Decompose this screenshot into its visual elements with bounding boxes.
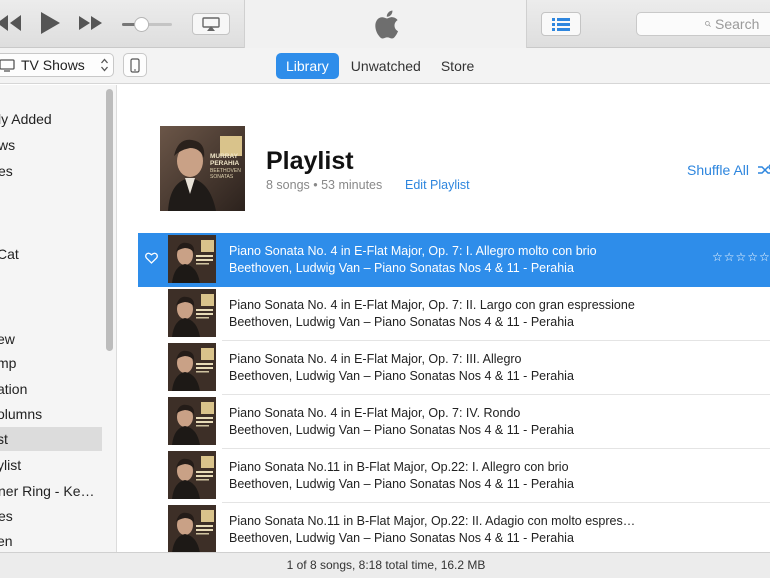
toolbar [0, 0, 770, 48]
airplay-button[interactable] [192, 13, 230, 35]
apple-logo-icon [374, 10, 398, 39]
tab-library[interactable]: Library [276, 53, 339, 79]
song-artist-album: Beethoven, Ludwig Van – Piano Sonatas No… [229, 369, 574, 383]
play-icon [41, 12, 60, 34]
stepper-icon [101, 58, 108, 72]
list-view-button[interactable] [541, 12, 581, 36]
song-row[interactable]: Piano Sonata No. 4 in E-Flat Major, Op. … [138, 341, 770, 395]
volume-slider[interactable] [122, 15, 174, 33]
fast-forward-icon [79, 16, 102, 30]
sidebar-item[interactable]: mp [0, 351, 102, 375]
shuffle-all-label: Shuffle All [687, 162, 750, 178]
media-kind-label: TV Shows [21, 57, 85, 73]
song-artist-album: Beethoven, Ludwig Van – Piano Sonatas No… [229, 423, 574, 437]
play-button[interactable] [38, 10, 62, 36]
playlist-view: MURRAY PERAHIA BEETHOVEN SONATAS Playlis… [118, 85, 770, 552]
song-title: Piano Sonata No.11 in B-Flat Major, Op.2… [229, 514, 636, 528]
sidebar-scrollbar[interactable] [106, 89, 113, 351]
sidebar-item-label: ylist [0, 457, 22, 473]
sidebar-item-label: ation [0, 381, 28, 397]
list-view-icon [552, 17, 570, 31]
sidebar-item-label: es [0, 163, 13, 179]
song-row[interactable]: Piano Sonata No. 4 in E-Flat Major, Op. … [138, 233, 770, 287]
song-artist-album: Beethoven, Ludwig Van – Piano Sonatas No… [229, 477, 574, 491]
fast-forward-button[interactable] [78, 12, 104, 34]
song-title: Piano Sonata No. 4 in E-Flat Major, Op. … [229, 352, 522, 366]
sidebar: ly Added ws es Cat ew mp ation olumns st ylist ner… [0, 85, 117, 552]
shuffle-all-button[interactable]: Shuffle All [687, 162, 770, 178]
sidebar-item[interactable]: olumns [0, 402, 102, 426]
status-bar: 1 of 8 songs, 8:18 total time, 16.2 MB [0, 552, 770, 578]
lcd-display [244, 0, 527, 48]
song-title: Piano Sonata No.11 in B-Flat Major, Op.2… [229, 460, 569, 474]
song-artist-album: Beethoven, Ludwig Van – Piano Sonatas No… [229, 315, 574, 329]
song-title: Piano Sonata No. 4 in E-Flat Major, Op. … [229, 298, 635, 312]
song-title: Piano Sonata No. 4 in E-Flat Major, Op. … [229, 406, 521, 420]
sidebar-item[interactable]: ation [0, 377, 102, 401]
navigation-bar: TV Shows Library Unwatched Store [0, 48, 770, 84]
rewind-button[interactable] [0, 12, 24, 34]
tab-unwatched[interactable]: Unwatched [341, 53, 431, 79]
song-artwork [168, 289, 216, 337]
tab-store[interactable]: Store [431, 53, 484, 79]
song-row[interactable]: Piano Sonata No.11 in B-Flat Major, Op.2… [138, 449, 770, 503]
song-artist-album: Beethoven, Ludwig Van – Piano Sonatas No… [229, 531, 574, 545]
song-row[interactable]: Piano Sonata No. 4 in E-Flat Major, Op. … [138, 287, 770, 341]
sidebar-item-label: en [0, 533, 13, 549]
heart-icon[interactable] [145, 252, 158, 264]
sidebar-item-label: st [0, 431, 8, 447]
sidebar-item[interactable]: en [0, 529, 102, 552]
sidebar-item-label: es [0, 508, 13, 524]
song-row[interactable]: Piano Sonata No.11 in B-Flat Major, Op.2… [138, 503, 770, 552]
sidebar-item-label: olumns [0, 406, 43, 422]
device-icon [130, 57, 140, 73]
sidebar-item[interactable]: es [0, 504, 102, 528]
sidebar-item-label: Cat [0, 246, 19, 262]
song-artwork [168, 235, 216, 283]
playlist-title: Playlist [266, 147, 354, 175]
song-artist-album: Beethoven, Ludwig Van – Piano Sonatas No… [229, 261, 574, 275]
sidebar-item[interactable]: ner Ring - Ke… [0, 479, 102, 503]
sidebar-item[interactable]: ws [0, 133, 102, 157]
song-artwork [168, 451, 216, 499]
tv-icon [0, 58, 15, 72]
song-title: Piano Sonata No. 4 in E-Flat Major, Op. … [229, 244, 597, 258]
volume-knob[interactable] [134, 17, 150, 32]
sidebar-item[interactable]: ly Added [0, 107, 102, 131]
song-artwork [168, 397, 216, 445]
tab-bar: Library Unwatched Store [276, 53, 484, 79]
shuffle-icon [757, 164, 770, 174]
device-button[interactable] [123, 53, 147, 77]
sidebar-item[interactable]: ylist [0, 453, 102, 477]
song-rating[interactable]: ☆☆☆☆☆ [712, 250, 770, 264]
sidebar-item-label: mp [0, 355, 17, 371]
search-input[interactable] [715, 16, 770, 32]
sidebar-item[interactable]: ew [0, 327, 102, 351]
airplay-icon [202, 17, 220, 31]
song-row[interactable]: Piano Sonata No. 4 in E-Flat Major, Op. … [138, 395, 770, 449]
media-kind-select[interactable]: TV Shows [0, 53, 114, 77]
artwork-text-2: PERAHIA [210, 160, 240, 167]
artwork-text-4: SONATAS [210, 174, 234, 180]
song-artwork [168, 505, 216, 552]
sidebar-item[interactable]: st [0, 427, 102, 451]
playlist-artwork: MURRAY PERAHIA BEETHOVEN SONATAS [160, 126, 245, 211]
sidebar-item-label: ws [0, 137, 16, 153]
sidebar-item-label: ner Ring - Ke… [0, 483, 95, 499]
edit-playlist-link[interactable]: Edit Playlist [405, 178, 470, 192]
search-icon [705, 21, 711, 27]
playlist-meta: 8 songs • 53 minutes [266, 178, 383, 192]
sidebar-item[interactable]: Cat [0, 242, 102, 266]
rewind-icon [0, 15, 21, 31]
status-text: 1 of 8 songs, 8:18 total time, 16.2 MB [286, 558, 486, 572]
sidebar-item-label: ly Added [0, 111, 52, 127]
artwork-text-1: MURRAY [210, 153, 239, 160]
search-field[interactable] [636, 12, 770, 36]
sidebar-item[interactable]: es [0, 159, 102, 183]
sidebar-item-label: ew [0, 331, 15, 347]
song-artwork [168, 343, 216, 391]
